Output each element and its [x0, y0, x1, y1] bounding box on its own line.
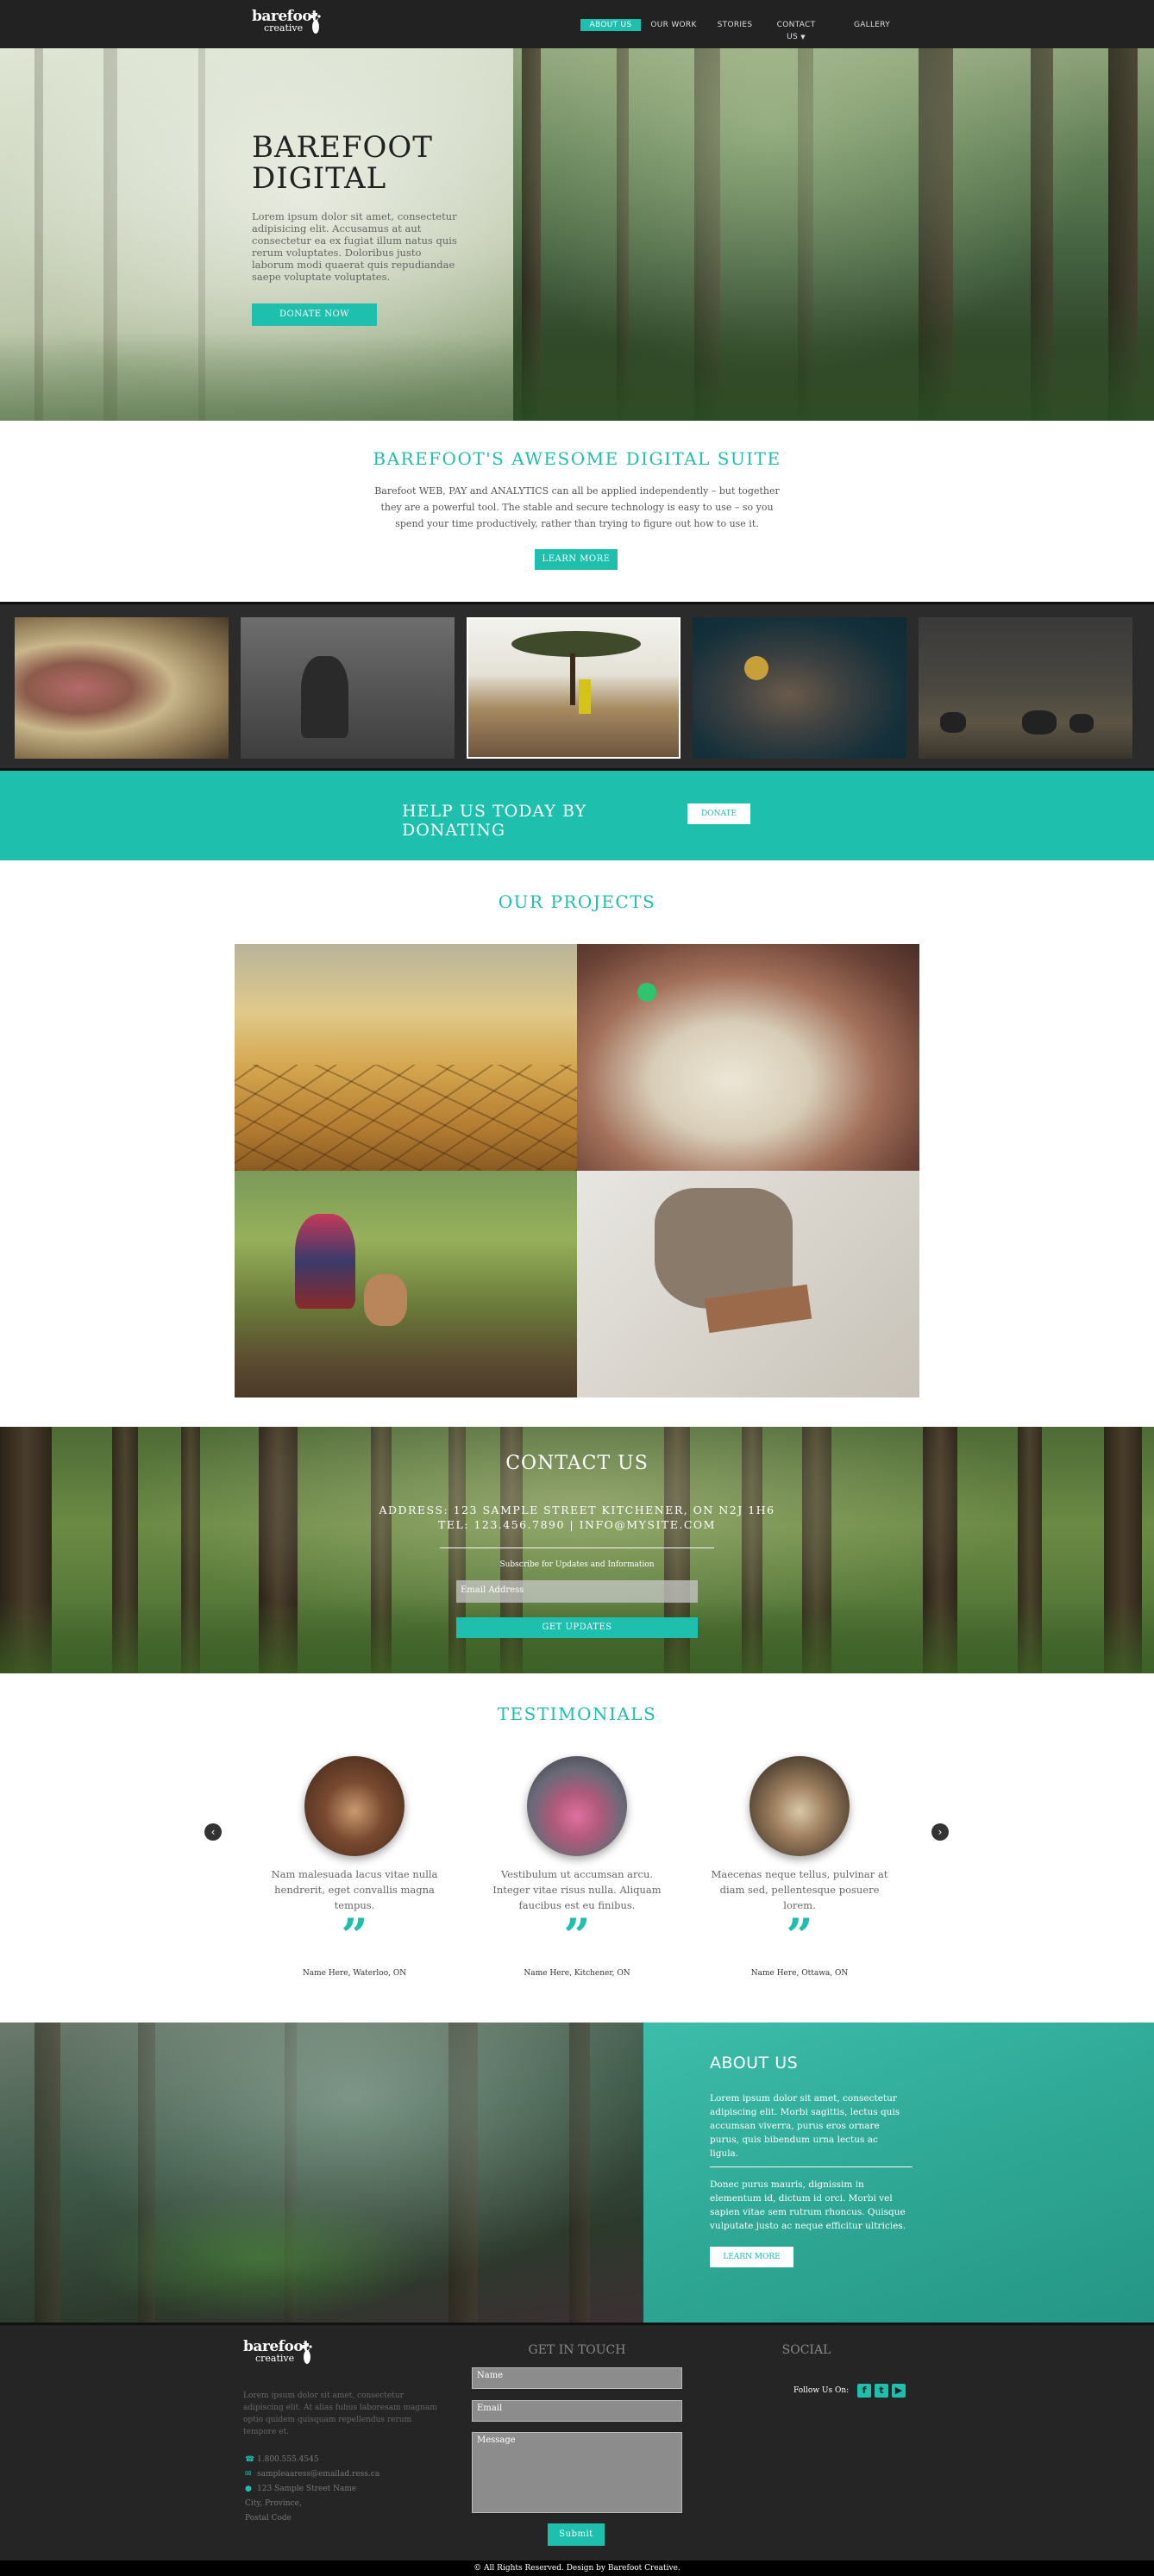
testimonial-text-3: Maecenas neque tellus, pulvinar at diam … [711, 1868, 888, 1911]
about-panel: ABOUT US Lorem ipsum dolor sit amet, con… [643, 2023, 1154, 2323]
gallery-image-hands[interactable] [693, 617, 906, 759]
map-pin-icon: ● [245, 2485, 252, 2493]
gallery-image-worker[interactable] [241, 617, 455, 759]
hero-section: BAREFOOT DIGITAL Lorem ipsum dolor sit a… [0, 48, 1154, 421]
footer-address-line1: 123 Sample Street Name [257, 2485, 357, 2493]
learn-more-button[interactable]: LEARN MORE [535, 549, 618, 570]
testimonial-text-2: Vestibulum ut accumsan arcu. Integer vit… [492, 1868, 662, 1911]
contact-section: CONTACT US ADDRESS: 123 SAMPLE STREET KI… [0, 1427, 1154, 1673]
nav-gallery[interactable]: GALLERY [848, 19, 896, 31]
project-image-child-bowl[interactable] [577, 944, 919, 1171]
nav-contact-us[interactable]: CONTACT US ▼ [770, 19, 822, 41]
facebook-icon[interactable]: f [857, 2384, 871, 2398]
twitter-icon[interactable]: t [875, 2384, 888, 2398]
contact-phone-email: TEL: 123.456.7890 | INFO@MYSITE.COM [438, 1518, 716, 1531]
footer-email[interactable]: sampleaaress@emailad.ress.ca [257, 2467, 379, 2482]
footprint-icon [310, 13, 321, 34]
donate-now-button[interactable]: DONATE NOW [252, 303, 377, 326]
subscribe-label: Subscribe for Updates and Information [499, 1560, 655, 1569]
suite-text: Barefoot WEB, PAY and ANALYTICS can all … [374, 485, 780, 529]
footer-address-line3: Postal Code [245, 2514, 292, 2523]
get-updates-button[interactable]: GET UPDATES [456, 1617, 698, 1638]
envelope-icon: ✉ [245, 2470, 252, 2479]
hero-text: Lorem ipsum dolor sit amet, consectetur … [252, 210, 457, 283]
testimonial-avatar-2 [527, 1756, 627, 1856]
footer-text: Lorem ipsum dolor sit amet, consectetur … [243, 2392, 437, 2436]
copyright-bar: © All Rights Reserved. Design by Barefoo… [0, 2560, 1154, 2576]
testimonial-name-3: Name Here, Ottawa, ON [750, 1969, 849, 1978]
footer-message-field[interactable]: Message [472, 2432, 682, 2513]
about-para2: Donec purus mauris, dignissim in element… [710, 2179, 906, 2231]
footer-logo[interactable]: barefoot creative [243, 2340, 321, 2368]
project-image-family[interactable] [235, 1171, 577, 1397]
get-in-touch-title: GET IN TOUCH [528, 2343, 626, 2357]
nav-contact-label: CONTACT US [776, 21, 816, 41]
hero-title-line1: BAREFOOT [252, 130, 433, 165]
social-title: SOCIAL [781, 2343, 831, 2357]
testimonial-avatar-1 [304, 1756, 405, 1856]
quote-icon: ” [341, 1908, 368, 1963]
about-divider [710, 2166, 913, 2167]
logo[interactable]: barefoot creative [252, 9, 329, 38]
footer-name-field[interactable]: Name [472, 2367, 682, 2389]
testimonial-text-1: Nam malesuada lacus vitae nulla hendreri… [271, 1868, 438, 1911]
footprint-icon [302, 2343, 312, 2364]
nav-about-us[interactable]: ABOUT US [580, 19, 641, 31]
project-image-dry-land[interactable] [235, 944, 577, 1171]
donate-button[interactable]: DONATE [687, 803, 750, 824]
carousel-next-arrow[interactable]: › [931, 1823, 949, 1841]
nav-our-work[interactable]: OUR WORK [649, 19, 699, 31]
quote-icon: ” [786, 1908, 813, 1963]
footer-email-field[interactable]: Email [472, 2400, 682, 2422]
projects-title: OUR PROJECTS [498, 891, 656, 912]
testimonials-title: TESTIMONIALS [497, 1704, 657, 1724]
contact-title: CONTACT US [505, 1453, 649, 1474]
hero-title-line2: DIGITAL [252, 161, 387, 196]
footer-phone[interactable]: 1.800.555.4545 [257, 2453, 319, 2467]
hero-forest-image [513, 48, 1154, 421]
carousel-prev-arrow[interactable]: ‹ [204, 1823, 222, 1841]
donate-heading: HELP US TODAY BY DONATING [402, 802, 587, 840]
caret-down-icon: ▼ [800, 34, 806, 41]
about-title: ABOUT US [710, 2054, 799, 2073]
testimonial-name-1: Name Here, Waterloo, ON [302, 1969, 407, 1978]
donate-band: HELP US TODAY BY DONATING DONATE [0, 771, 1154, 860]
suite-title: BAREFOOT'S AWESOME DIGITAL SUITE [373, 448, 781, 469]
testimonial-name-2: Name Here, Kitchener, ON [524, 1969, 630, 1978]
gallery-image-goats[interactable] [467, 617, 680, 759]
footer-address-line2: City, Province, [245, 2499, 302, 2508]
email-address-field[interactable]: Email Address [456, 1580, 698, 1603]
phone-icon: ☎ [245, 2455, 255, 2464]
youtube-icon[interactable]: ▶ [892, 2384, 906, 2398]
gallery-image-beans[interactable] [15, 617, 229, 759]
about-learn-more-button[interactable]: LEARN MORE [710, 2247, 793, 2267]
nav-stories[interactable]: STORIES [712, 19, 757, 31]
project-image-hand[interactable] [577, 1171, 919, 1397]
contact-address: ADDRESS: 123 SAMPLE STREET KITCHENER, ON… [379, 1504, 775, 1516]
testimonial-avatar-3 [749, 1756, 850, 1856]
submit-button[interactable]: Submit [548, 2523, 605, 2546]
about-forest-image [0, 2023, 643, 2323]
top-navbar: barefoot creative ABOUT US OUR WORK STOR… [0, 0, 1154, 48]
gallery-image-elephants[interactable] [919, 617, 1132, 759]
quote-icon: ” [563, 1908, 591, 1963]
photo-gallery-strip [0, 602, 1154, 771]
about-para1: Lorem ipsum dolor sit amet, consectetur … [710, 2093, 900, 2159]
contact-divider [440, 1547, 714, 1548]
follow-us-label: Follow Us On: [793, 2386, 850, 2395]
